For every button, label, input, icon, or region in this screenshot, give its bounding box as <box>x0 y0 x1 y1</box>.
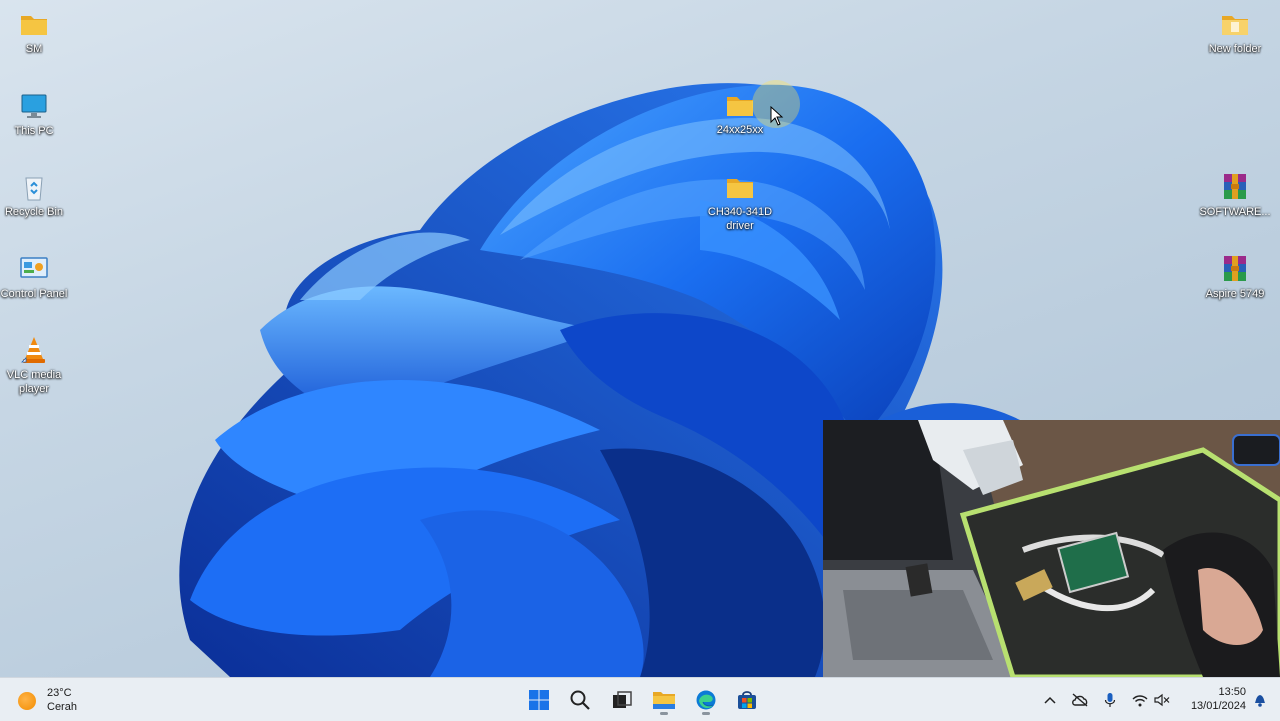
clock[interactable]: 13:50 13/01/2024 <box>1180 685 1246 713</box>
desktop-icon-ch340-driver[interactable]: CH340-341D driver <box>704 171 776 233</box>
recycle-bin-icon <box>25 177 43 201</box>
desktop-icon-label: Aspire 5749 <box>1205 288 1265 300</box>
task-view-button[interactable] <box>606 684 638 716</box>
control-panel-icon <box>20 257 48 278</box>
task-view-icon <box>613 691 632 708</box>
desktop-icon-label: New folder <box>1208 43 1262 55</box>
winrar-icon <box>1224 174 1246 199</box>
store-icon <box>738 691 756 709</box>
winrar-icon <box>1224 256 1246 281</box>
running-indicator <box>660 712 668 715</box>
webcam-overlay <box>823 420 1280 677</box>
folder-icon <box>727 179 753 198</box>
edge-button[interactable] <box>690 684 722 716</box>
windows-start-icon <box>529 690 549 710</box>
file-explorer-button[interactable] <box>648 684 680 716</box>
desktop-icon-software-archive[interactable]: SOFTWARE... <box>1199 171 1271 219</box>
start-button[interactable] <box>523 684 555 716</box>
chevron-up-icon <box>1044 696 1056 704</box>
search-button[interactable] <box>564 684 596 716</box>
weather-temperature: 23°C <box>47 687 72 699</box>
taskbar: 23°C Cerah 13:50 13/01/2024 <box>0 677 1280 721</box>
speaker-muted-icon <box>1154 693 1170 707</box>
desktop-icon-label: Recycle Bin <box>4 206 64 218</box>
desktop-icon-control-panel[interactable]: Control Panel <box>0 253 70 301</box>
folder-icon <box>21 16 47 35</box>
sun-icon <box>18 692 36 710</box>
monitor-icon <box>21 94 47 118</box>
desktop-icon-label: CH340-341D driver <box>707 206 773 232</box>
notification-button[interactable] <box>1251 691 1269 709</box>
clock-time: 13:50 <box>1218 686 1246 698</box>
desktop-icon-label: VLC media player <box>6 369 62 395</box>
edge-icon <box>696 690 716 710</box>
search-icon <box>570 690 590 710</box>
microphone-icon <box>1104 693 1116 707</box>
running-indicator <box>702 712 710 715</box>
microphone-button[interactable] <box>1101 691 1119 709</box>
notification-bell-icon <box>1255 695 1265 707</box>
store-button[interactable] <box>731 684 763 716</box>
desktop-icon-this-pc[interactable]: This PC <box>0 90 70 138</box>
wifi-icon <box>1132 694 1148 706</box>
clock-date: 13/01/2024 <box>1190 700 1246 712</box>
vlc-icon <box>21 337 45 363</box>
folder-icon <box>1222 16 1248 35</box>
network-button[interactable] <box>1131 691 1149 709</box>
mouse-pointer-icon <box>770 106 784 126</box>
show-hidden-icons-button[interactable] <box>1041 691 1059 709</box>
volume-button[interactable] <box>1153 691 1171 709</box>
desktop-icon-label: SOFTWARE... <box>1199 206 1271 218</box>
onedrive-offline-icon <box>1072 693 1088 707</box>
desktop-icon-sm[interactable]: SM <box>0 8 70 56</box>
webcam-scene <box>823 420 1280 677</box>
desktop-icon-aspire-archive[interactable]: Aspire 5749 <box>1199 253 1271 301</box>
file-explorer-icon <box>653 692 675 709</box>
desktop-icon-label: SM <box>25 43 43 55</box>
weather-condition: Cerah <box>47 701 77 713</box>
desktop-icon-recycle-bin[interactable]: Recycle Bin <box>0 171 70 219</box>
desktop-icon-label: This PC <box>14 125 54 137</box>
desktop-icon-vlc[interactable]: VLC media player <box>0 334 70 396</box>
onedrive-button[interactable] <box>1071 691 1089 709</box>
desktop-icon-label: Control Panel <box>0 288 68 300</box>
desktop-icon-new-folder[interactable]: New folder <box>1199 8 1271 56</box>
